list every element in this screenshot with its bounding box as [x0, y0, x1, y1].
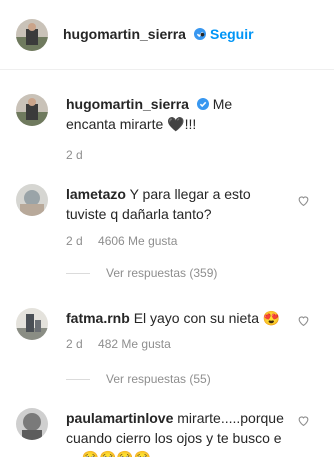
heart-icon[interactable]: [297, 194, 310, 207]
heart-icon[interactable]: [297, 314, 310, 327]
caption-avatar[interactable]: [16, 94, 48, 126]
caption: hugomartin_sierra Me encanta mirarte 🖤!!…: [0, 86, 334, 166]
view-replies-button[interactable]: Ver respuestas (359): [66, 266, 217, 280]
comment-time[interactable]: 2 d: [66, 234, 83, 248]
comment-likes[interactable]: 482 Me gusta: [98, 337, 171, 351]
replies-divider: [66, 272, 90, 274]
comment-text-block: lametazo Y para llegar a esto tuviste q …: [66, 184, 286, 224]
comment-avatar[interactable]: [16, 184, 48, 216]
comment-avatar[interactable]: [16, 308, 48, 340]
comment-item: lametazo Y para llegar a esto tuviste q …: [0, 176, 334, 286]
comment-meta: 2 d 4606 Me gusta: [66, 234, 189, 248]
post-header: hugomartin_sierra • Seguir: [0, 0, 334, 70]
replies-divider: [66, 378, 90, 380]
view-replies-label[interactable]: Ver respuestas (55): [106, 372, 211, 386]
view-replies-button[interactable]: Ver respuestas (55): [66, 372, 211, 386]
comment-item: fatma.rnb El yayo con su nieta 😍 2 d 482…: [0, 300, 334, 392]
view-replies-label[interactable]: Ver respuestas (359): [106, 266, 217, 280]
comment-username[interactable]: paulamartinlove: [66, 410, 173, 426]
header-separator: •: [200, 26, 205, 42]
comment-text: El yayo con su nieta 😍: [133, 310, 281, 326]
heart-icon[interactable]: [297, 414, 310, 427]
comment-text-block: paulamartinlove mirarte.....porque cuand…: [66, 408, 296, 457]
verified-badge-icon: [196, 98, 209, 110]
comment-meta: 2 d 482 Me gusta: [66, 337, 183, 351]
header-avatar[interactable]: [16, 19, 48, 51]
comment-avatar[interactable]: [16, 408, 48, 440]
comment-username[interactable]: fatma.rnb: [66, 310, 130, 326]
header-username-text[interactable]: hugomartin_sierra: [63, 26, 186, 42]
comment-username[interactable]: lametazo: [66, 186, 126, 202]
comment-time[interactable]: 2 d: [66, 337, 83, 351]
caption-meta: 2 d: [66, 148, 95, 162]
caption-text-block: hugomartin_sierra Me encanta mirarte 🖤!!…: [66, 94, 266, 134]
header-username[interactable]: hugomartin_sierra: [63, 26, 206, 42]
caption-username[interactable]: hugomartin_sierra: [66, 96, 189, 112]
follow-button[interactable]: Seguir: [210, 26, 254, 42]
comment-item: paulamartinlove mirarte.....porque cuand…: [0, 400, 334, 457]
comment-likes[interactable]: 4606 Me gusta: [98, 234, 177, 248]
comment-text-block: fatma.rnb El yayo con su nieta 😍: [66, 308, 296, 328]
caption-time[interactable]: 2 d: [66, 148, 83, 162]
